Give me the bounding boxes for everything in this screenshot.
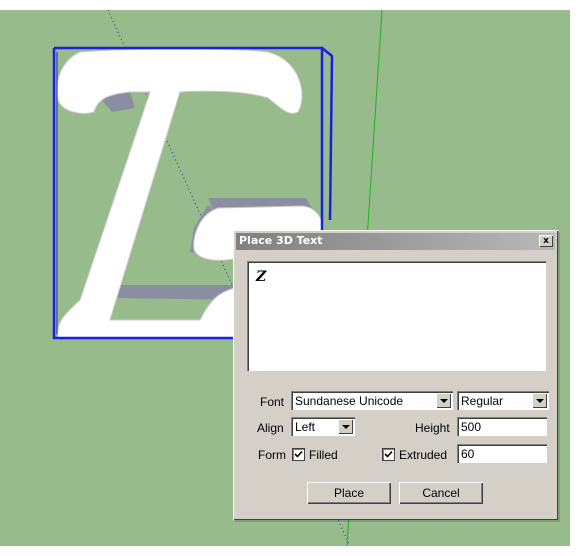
align-label: Align xyxy=(257,421,284,435)
style-select-value: Regular xyxy=(461,394,504,408)
place-3d-text-dialog: Place 3D Text x Z Font Sundanese Unicode… xyxy=(233,230,558,520)
height-input[interactable]: 500 xyxy=(457,417,547,436)
extruded-label: Extruded xyxy=(399,448,448,462)
viewport-top-margin xyxy=(0,0,585,10)
viewport-bottom-margin xyxy=(0,546,585,556)
align-select-value: Left xyxy=(295,420,316,434)
viewport-right-margin xyxy=(570,0,585,556)
chevron-down-icon[interactable] xyxy=(532,393,547,408)
height-input-value: 500 xyxy=(461,420,482,434)
chevron-down-icon[interactable] xyxy=(338,419,353,434)
align-select[interactable]: Left xyxy=(291,417,355,436)
extruded-depth-value: 60 xyxy=(461,447,475,461)
check-icon xyxy=(294,450,303,458)
check-icon xyxy=(384,450,393,458)
form-label: Form xyxy=(258,448,286,462)
height-label: Height xyxy=(415,421,450,435)
close-icon: x xyxy=(543,236,549,246)
text-input-area[interactable]: Z xyxy=(247,261,546,371)
place-button[interactable]: Place xyxy=(307,482,391,504)
font-label: Font xyxy=(260,395,285,409)
cancel-button[interactable]: Cancel xyxy=(399,482,483,504)
dialog-title: Place 3D Text xyxy=(239,234,323,247)
close-button[interactable]: x xyxy=(539,235,553,247)
font-select-value: Sundanese Unicode xyxy=(295,394,404,408)
extruded-depth-input[interactable]: 60 xyxy=(457,444,547,463)
text-input-value: Z xyxy=(256,269,267,285)
style-select[interactable]: Regular xyxy=(457,391,549,410)
dialog-title-bar[interactable]: Place 3D Text x xyxy=(236,233,555,250)
chevron-down-icon[interactable] xyxy=(436,393,451,408)
font-select[interactable]: Sundanese Unicode xyxy=(291,391,453,410)
filled-label: Filled xyxy=(309,448,338,462)
filled-checkbox[interactable] xyxy=(293,449,304,460)
extruded-checkbox[interactable] xyxy=(383,449,394,460)
